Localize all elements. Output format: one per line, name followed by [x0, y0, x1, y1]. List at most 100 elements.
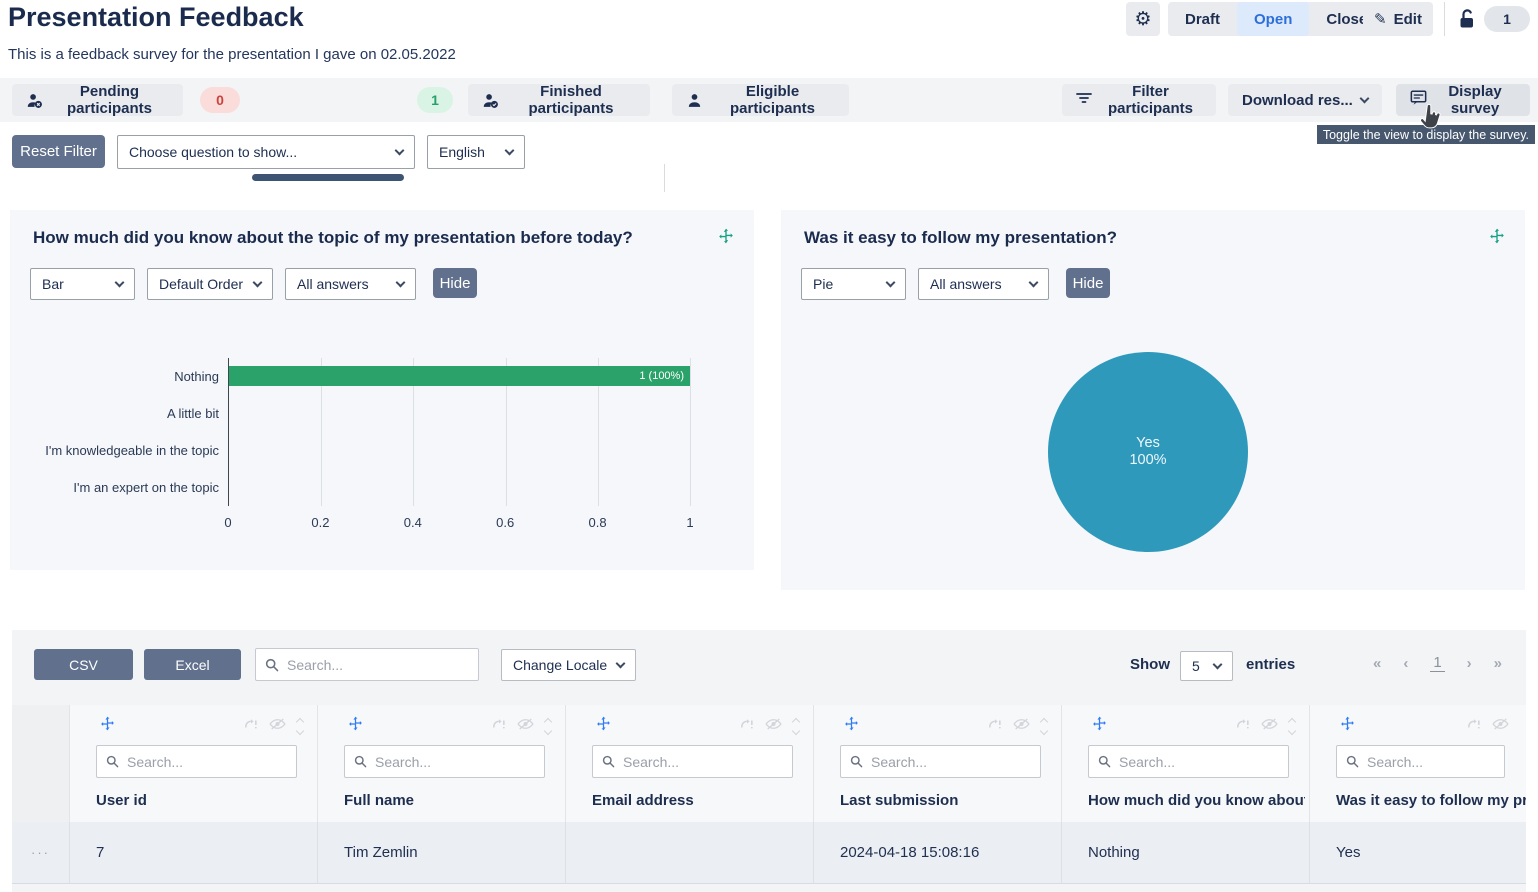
edit-button[interactable]: ✎ Edit [1363, 2, 1433, 36]
column-search[interactable] [344, 745, 545, 778]
page-size-select[interactable]: 5 [1180, 651, 1233, 681]
participants-progress-bar [252, 174, 404, 181]
column-search[interactable] [840, 745, 1041, 778]
search-icon [1098, 755, 1111, 768]
page-first-button[interactable]: « [1373, 655, 1381, 672]
column-search-input[interactable] [871, 754, 1031, 770]
hide-chart-button[interactable]: Hide [1066, 268, 1110, 298]
order-select[interactable]: Default Order [147, 268, 273, 300]
hide-column-icon[interactable] [517, 717, 534, 736]
hide-column-icon[interactable] [1492, 717, 1509, 736]
filter-column-icon[interactable] [1236, 717, 1250, 736]
move-card-icon[interactable] [718, 228, 734, 249]
hide-column-icon[interactable] [1261, 717, 1278, 736]
responses-count-badge[interactable]: 1 [1484, 6, 1530, 32]
column-header-email: Email address [566, 705, 814, 822]
gear-icon: ⚙ [1134, 8, 1151, 30]
resize-column-icon[interactable] [1289, 719, 1295, 734]
move-column-icon[interactable] [1340, 716, 1355, 736]
bar-category-label: Nothing [16, 358, 228, 395]
answers-select[interactable]: All answers [918, 268, 1049, 300]
pie-chart-card: Was it easy to follow my presentation? P… [781, 210, 1525, 590]
move-column-icon[interactable] [844, 716, 859, 736]
page-last-button[interactable]: » [1494, 655, 1502, 672]
column-search[interactable] [1336, 745, 1505, 778]
resize-column-icon[interactable] [793, 719, 799, 734]
download-responses-dropdown[interactable]: Download res... [1228, 84, 1382, 116]
status-draft[interactable]: Draft [1168, 2, 1237, 36]
export-csv-button[interactable]: CSV [34, 649, 133, 680]
chart-type-select[interactable]: Bar [30, 268, 135, 300]
chart-type-select[interactable]: Pie [801, 268, 906, 300]
bar-category-label: I'm an expert on the topic [16, 469, 228, 506]
status-open[interactable]: Open [1237, 2, 1309, 36]
reset-filter-button[interactable]: Reset Filter [12, 135, 105, 168]
table-search-input[interactable] [287, 657, 469, 673]
move-column-icon[interactable] [1092, 716, 1107, 736]
resize-column-icon[interactable] [545, 719, 551, 734]
column-search-input[interactable] [1367, 754, 1495, 770]
search-icon [602, 755, 615, 768]
table-search[interactable] [255, 648, 479, 681]
move-column-icon[interactable] [100, 716, 115, 736]
chevron-down-icon [395, 145, 405, 155]
filter-column-icon[interactable] [988, 717, 1002, 736]
cell-email [566, 822, 814, 884]
question-select[interactable]: Choose question to show... [117, 135, 415, 169]
filter-column-icon[interactable] [244, 717, 258, 736]
chevron-down-icon [616, 658, 626, 668]
settings-button[interactable]: ⚙ [1126, 2, 1160, 36]
column-search-input[interactable] [1119, 754, 1279, 770]
page-number[interactable]: 1 [1430, 654, 1444, 672]
column-search-input[interactable] [623, 754, 783, 770]
search-icon [354, 755, 367, 768]
language-select[interactable]: English [427, 135, 525, 169]
chevron-down-icon [115, 277, 125, 287]
survey-toolbar: Pending participants 0 1 Finished partic… [0, 78, 1538, 122]
question-title: Was it easy to follow my presentation? [804, 228, 1117, 248]
filter-column-icon[interactable] [1467, 717, 1481, 736]
change-locale-select[interactable]: Change Locale [501, 649, 636, 681]
header-divider [1444, 2, 1445, 36]
resize-column-icon[interactable] [297, 719, 303, 734]
hide-column-icon[interactable] [1013, 717, 1030, 736]
page-prev-button[interactable]: ‹ [1403, 655, 1408, 672]
finished-participants-button[interactable]: Finished participants [468, 84, 650, 116]
bar-nothing[interactable]: 1 (100%) [229, 366, 690, 386]
move-card-icon[interactable] [1489, 228, 1505, 249]
search-icon [1346, 755, 1359, 768]
display-survey-button[interactable]: Display survey [1396, 84, 1530, 116]
column-search[interactable] [592, 745, 793, 778]
responses-table-section: CSV Excel Change Locale Show 5 entries «… [12, 630, 1526, 892]
filter-column-icon[interactable] [492, 717, 506, 736]
bar-chart: Nothing A little bit I'm knowledgeable i… [16, 358, 690, 506]
row-actions-button[interactable]: ··· [12, 822, 70, 884]
move-column-icon[interactable] [348, 716, 363, 736]
column-search-input[interactable] [127, 754, 287, 770]
actions-column-header [12, 705, 70, 822]
export-excel-button[interactable]: Excel [144, 649, 241, 680]
eligible-participants-button[interactable]: Eligible participants [672, 84, 849, 116]
filter-participants-button[interactable]: Filter participants [1062, 84, 1216, 116]
finished-count-badge: 1 [417, 87, 453, 113]
pending-participants-button[interactable]: Pending participants [12, 84, 183, 116]
column-header-full-name: Full name [318, 705, 566, 822]
pending-count-badge: 0 [200, 87, 240, 113]
filter-column-icon[interactable] [740, 717, 754, 736]
page-next-button[interactable]: › [1467, 655, 1472, 672]
page-title: Presentation Feedback [8, 2, 304, 33]
answers-select[interactable]: All answers [285, 268, 416, 300]
column-search[interactable] [96, 745, 297, 778]
hide-column-icon[interactable] [765, 717, 782, 736]
resize-column-icon[interactable] [1041, 719, 1047, 734]
hide-column-icon[interactable] [269, 717, 286, 736]
column-search[interactable] [1088, 745, 1289, 778]
page-subtitle: This is a feedback survey for the presen… [8, 46, 456, 63]
cell-full-name: Tim Zemlin [318, 822, 566, 884]
move-column-icon[interactable] [596, 716, 611, 736]
filter-lines-icon [1076, 91, 1092, 109]
column-search-input[interactable] [375, 754, 535, 770]
cell-question-2: Yes [1310, 822, 1526, 884]
pie-slice-yes[interactable]: Yes 100% [1048, 352, 1248, 552]
hide-chart-button[interactable]: Hide [433, 268, 477, 298]
